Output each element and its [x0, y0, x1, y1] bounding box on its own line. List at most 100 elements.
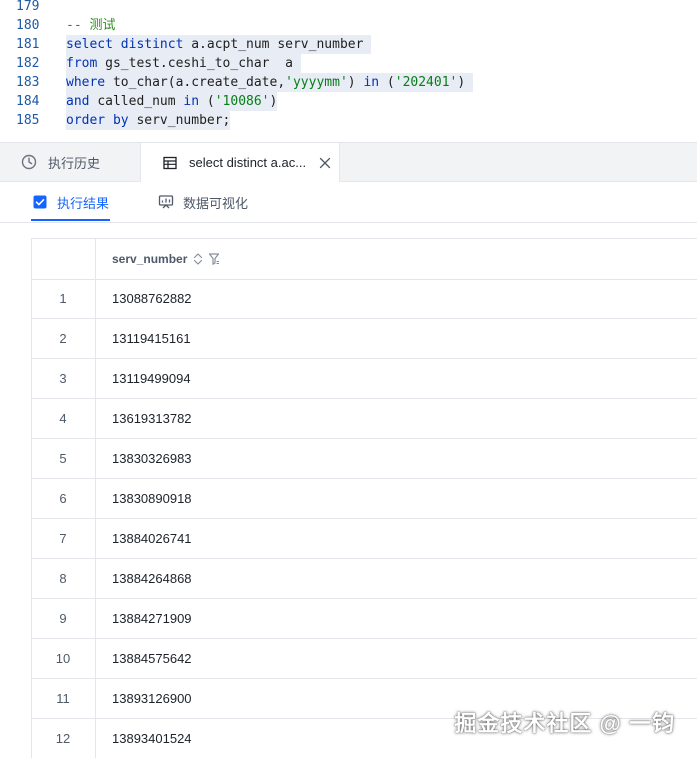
- row-index: 5: [59, 451, 67, 466]
- row-index: 6: [59, 491, 67, 506]
- sql-editor[interactable]: 179 180 -- 测试 181 select distinct a.acpt_num…: [0, 0, 697, 143]
- code-text: select distinct a.acpt_num serv_number: [66, 35, 372, 54]
- code-line[interactable]: 183 where to_char(a.create_date,'yyyymm')…: [0, 73, 697, 92]
- table-row[interactable]: 3 13119499094: [31, 359, 697, 399]
- cell-serv-number[interactable]: 13893126900: [112, 679, 192, 718]
- close-tab-icon[interactable]: [318, 156, 332, 170]
- table-icon: [161, 154, 179, 172]
- code-token: in: [183, 94, 207, 109]
- cell-serv-number[interactable]: 13830890918: [112, 479, 192, 518]
- code-token: (: [386, 75, 395, 90]
- code-text: where to_char(a.create_date,'yyyymm') in…: [66, 73, 474, 92]
- tab-query-result-label: select distinct a.ac...: [189, 155, 307, 170]
- cell-serv-number[interactable]: 13884264868: [112, 559, 192, 598]
- watermark: 掘金技术社区 @ 一钧: [454, 711, 675, 736]
- table-body: 1 13088762882 2 13119415161 3 13119499094 4 136…: [31, 279, 697, 758]
- result-subtabs: 执行结果 数据可视化: [0, 182, 697, 223]
- code-text: and called_num in ('10086'): [66, 92, 278, 111]
- table-row[interactable]: 5 13830326983: [31, 439, 697, 479]
- row-index: 7: [59, 531, 67, 546]
- column-header-label: serv_number: [112, 252, 188, 266]
- line-number: 185: [16, 113, 40, 128]
- line-number: 181: [16, 37, 40, 52]
- tab-execution-history-label: 执行历史: [48, 155, 101, 171]
- cell-serv-number[interactable]: 13619313782: [112, 399, 192, 438]
- cell-serv-number[interactable]: 13088762882: [112, 279, 192, 318]
- table-header: serv_number: [31, 238, 697, 280]
- row-index: 2: [59, 331, 67, 346]
- code-line[interactable]: 182 from gs_test.ceshi_to_char a: [0, 54, 697, 73]
- table-row[interactable]: 6 13830890918: [31, 479, 697, 519]
- cell-serv-number[interactable]: 13830326983: [112, 439, 192, 478]
- column-header-serv-number[interactable]: serv_number: [112, 239, 220, 279]
- code-text: -- 测试: [66, 16, 115, 35]
- code-token: in: [363, 75, 387, 90]
- row-index: 9: [59, 611, 67, 626]
- sort-icon[interactable]: [192, 252, 204, 266]
- code-token: and: [66, 94, 98, 109]
- code-text: from gs_test.ceshi_to_char a: [66, 54, 301, 73]
- code-line[interactable]: 180 -- 测试: [0, 16, 697, 35]
- code-token: a.acpt_num serv_number: [191, 37, 372, 52]
- code-token: (: [206, 94, 215, 109]
- checkbox-icon: [32, 194, 48, 210]
- code-token: select distinct: [66, 37, 192, 52]
- subtab-data-visualization[interactable]: 数据可视化: [158, 182, 248, 222]
- line-number: 182: [16, 56, 40, 71]
- code-token: where: [66, 75, 113, 90]
- code-line[interactable]: 179: [0, 0, 697, 16]
- history-clock-icon: [20, 153, 38, 171]
- code-line[interactable]: 184 and called_num in ('10086'): [0, 92, 697, 111]
- line-number: 179: [16, 0, 40, 14]
- code-text: order by serv_number;: [66, 111, 231, 130]
- code-token: ): [457, 75, 474, 90]
- chart-board-icon: [158, 194, 174, 210]
- row-index: 1: [59, 291, 67, 306]
- cell-serv-number[interactable]: 13893401524: [112, 719, 192, 758]
- result-table: serv_number 1 13088762882 2 13119415161 3 131…: [0, 223, 697, 758]
- code-token: called_num: [97, 94, 184, 109]
- row-index: 3: [59, 371, 67, 386]
- code-line[interactable]: 181 select distinct a.acpt_num serv_numbe…: [0, 35, 697, 54]
- table-row[interactable]: 4 13619313782: [31, 399, 697, 439]
- code-token: order by: [66, 113, 137, 128]
- row-index: 10: [55, 651, 71, 666]
- code-token: gs_test.ceshi_to_char a: [105, 56, 301, 71]
- filter-icon[interactable]: [208, 252, 220, 266]
- code-token: 'yyyymm': [285, 75, 348, 90]
- row-index: 11: [56, 691, 70, 706]
- subtab-data-visualization-label: 数据可视化: [183, 195, 249, 211]
- result-tab-bar: 执行历史 select distinct a.ac...: [0, 143, 697, 182]
- code-token: ): [269, 94, 278, 109]
- code-token: from: [66, 56, 106, 71]
- table-row[interactable]: 8 13884264868: [31, 559, 697, 599]
- subtab-execution-result-label: 执行结果: [57, 195, 110, 211]
- row-index: 8: [59, 571, 67, 586]
- table-row[interactable]: 1 13088762882: [31, 279, 697, 319]
- line-number: 183: [16, 75, 40, 90]
- tab-query-result[interactable]: select distinct a.ac...: [140, 143, 340, 182]
- cell-serv-number[interactable]: 13884026741: [112, 519, 192, 558]
- code-token: '10086': [214, 94, 270, 109]
- code-token: ): [347, 75, 364, 90]
- cell-serv-number[interactable]: 13119415161: [112, 319, 191, 358]
- code-token: '202401': [394, 75, 458, 90]
- table-row[interactable]: 10 13884575642: [31, 639, 697, 679]
- row-index: 12: [55, 731, 71, 746]
- table-row[interactable]: 9 13884271909: [31, 599, 697, 639]
- code-line[interactable]: 185 order by serv_number;: [0, 111, 697, 130]
- code-token: -- 测试: [66, 18, 116, 33]
- cell-serv-number[interactable]: 13119499094: [112, 359, 191, 398]
- cell-serv-number[interactable]: 13884271909: [112, 599, 192, 638]
- tab-execution-history[interactable]: 执行历史: [20, 143, 100, 181]
- code-token: serv_number;: [136, 113, 231, 128]
- active-subtab-indicator: [31, 219, 110, 221]
- table-row[interactable]: 7 13884026741: [31, 519, 697, 559]
- line-number: 184: [16, 94, 40, 109]
- code-token: to_char(a.create_date,: [112, 75, 286, 90]
- row-index: 4: [59, 411, 67, 426]
- cell-serv-number[interactable]: 13884575642: [112, 639, 192, 678]
- line-number: 180: [16, 18, 40, 33]
- table-row[interactable]: 2 13119415161: [31, 319, 697, 359]
- subtab-execution-result[interactable]: 执行结果: [32, 182, 109, 222]
